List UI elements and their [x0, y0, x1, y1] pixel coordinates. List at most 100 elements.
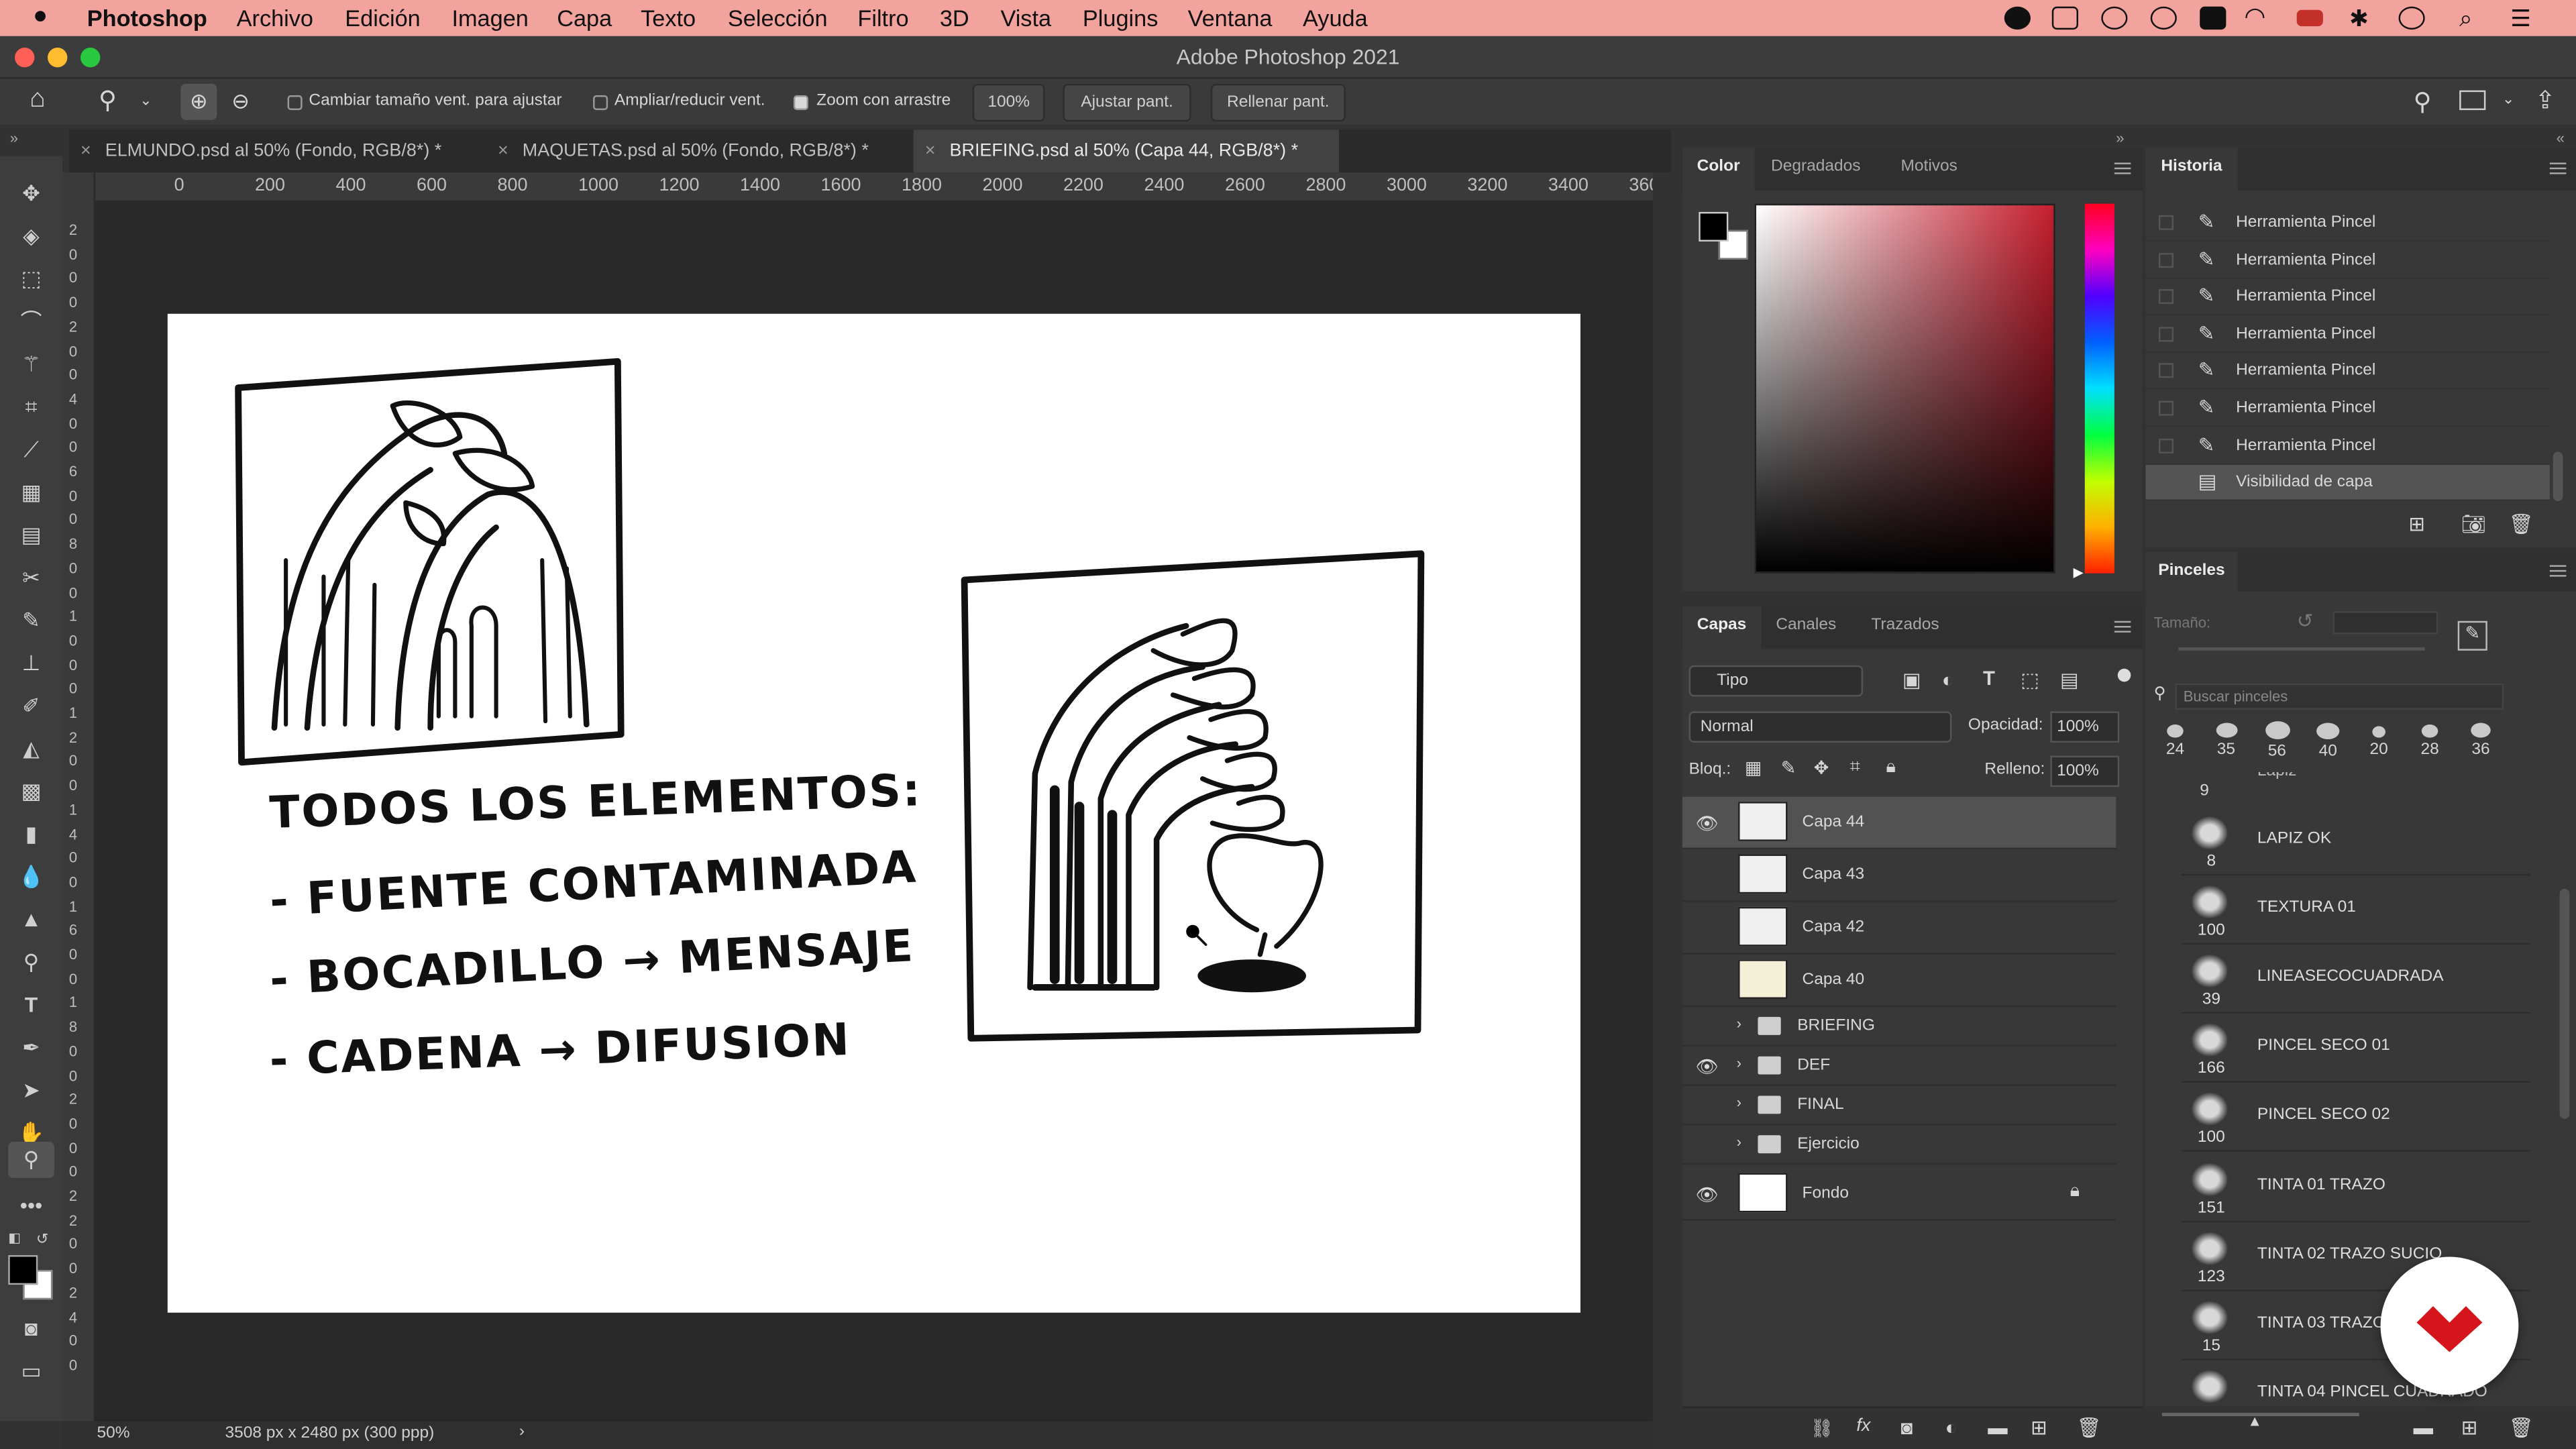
menu-texto[interactable]: Texto: [641, 5, 696, 31]
chevron-down-icon[interactable]: ⌄: [2502, 91, 2514, 109]
brush-tip-36[interactable]: 36: [2461, 718, 2501, 767]
content-aware-move-icon[interactable]: ✂: [15, 564, 48, 593]
tab-patterns[interactable]: Motivos: [1900, 148, 1957, 187]
panel-menu-icon[interactable]: [2549, 565, 2567, 577]
brush-size-slider[interactable]: [2178, 647, 2425, 651]
fit-screen-button[interactable]: Ajustar pant.: [1063, 83, 1191, 122]
zoom-value-field[interactable]: 100%: [972, 83, 1045, 122]
wifi-icon[interactable]: ◠: [2244, 1, 2265, 32]
layer-row-capa-40[interactable]: Capa 40: [1682, 955, 2116, 1008]
app-menu[interactable]: Photoshop: [87, 5, 207, 31]
zoom-window-button[interactable]: [80, 48, 101, 68]
menu-archivo[interactable]: Archivo: [237, 5, 313, 31]
brush-size-field[interactable]: [2332, 611, 2438, 635]
eye-status-icon[interactable]: [2101, 6, 2128, 30]
brush-preset[interactable]: 8 LAPIZ OK: [2182, 806, 2530, 876]
fill-screen-button[interactable]: Rellenar pant.: [1210, 83, 1346, 122]
filter-pixel-icon[interactable]: ▣: [1902, 669, 1921, 692]
opacity-field[interactable]: 100%: [2050, 711, 2120, 743]
sharpen-tool-icon[interactable]: ▲: [15, 905, 48, 934]
spotify-icon[interactable]: [2150, 6, 2177, 30]
healing-brush-tool-icon[interactable]: ▦: [15, 478, 48, 508]
brush-tool-icon[interactable]: ✎: [15, 606, 48, 636]
scrubby-zoom-checkbox[interactable]: [793, 95, 808, 111]
patch-tool-icon[interactable]: ▤: [15, 521, 48, 550]
menu-ventana[interactable]: Ventana: [1188, 5, 1273, 31]
tab-maquetas[interactable]: × MAQUETAS.psd al 50% (Fondo, RGB/8*) *: [486, 129, 914, 172]
expand-toolbar-icon[interactable]: »: [10, 129, 18, 146]
brush-row-partial[interactable]: Lapiz 9: [2182, 772, 2530, 805]
layer-group-def[interactable]: 👁︎ › DEF: [1682, 1046, 2116, 1086]
timemachine-icon[interactable]: [2398, 6, 2425, 30]
adjustment-layer-icon[interactable]: ◐: [1945, 1416, 1957, 1439]
zoom-all-windows-checkbox[interactable]: [593, 95, 608, 111]
zoom-level[interactable]: 50%: [97, 1424, 129, 1442]
path-selection-tool-icon[interactable]: ➤: [15, 1076, 48, 1106]
panel-menu-icon[interactable]: [2114, 621, 2131, 633]
panel-menu-icon[interactable]: [2549, 162, 2567, 174]
bluetooth-icon[interactable]: ✱: [2349, 5, 2369, 33]
snapshot-icon[interactable]: 📷︎: [2461, 513, 2486, 535]
brush-tip-35[interactable]: 35: [2206, 718, 2246, 767]
spotlight-search-icon[interactable]: ⌕: [2459, 5, 2472, 33]
layer-row-capa-43[interactable]: Capa 43: [1682, 849, 2116, 902]
swap-colors-icon[interactable]: ↺: [36, 1230, 48, 1248]
canvas-area[interactable]: TODOS LOS ELEMENTOS: - FUENTE CONTAMINAD…: [95, 202, 1653, 1421]
brush-preset[interactable]: 151 TINTA 01 TRAZO: [2182, 1152, 2530, 1222]
screen-share-icon[interactable]: [2051, 6, 2078, 30]
history-state[interactable]: ✎ Herramienta Pincel: [2145, 205, 2550, 242]
crop-tool-icon[interactable]: ⌗: [15, 392, 48, 422]
filter-adjustment-icon[interactable]: ◐: [1942, 669, 1954, 692]
link-layers-icon[interactable]: ⛓: [1811, 1417, 1833, 1439]
new-document-from-state-icon[interactable]: ⊞: [2408, 513, 2425, 535]
menu-ayuda[interactable]: Ayuda: [1303, 5, 1368, 31]
zoom-tool-icon[interactable]: ⚲: [8, 1142, 54, 1178]
home-icon[interactable]: ⌂: [30, 85, 46, 115]
blur-tool-icon[interactable]: 💧: [15, 863, 48, 892]
chevron-right-icon[interactable]: ›: [1737, 1015, 1741, 1031]
brush-preset[interactable]: 39 LINEASECOCUADRADA: [2182, 945, 2530, 1014]
brush-tip-24[interactable]: 24: [2155, 718, 2195, 767]
history-state[interactable]: ✎ Herramienta Pincel: [2145, 391, 2550, 427]
magic-wand-tool-icon[interactable]: ⚚: [15, 350, 48, 380]
pattern-tool-icon[interactable]: ▩: [15, 777, 48, 806]
brush-tip-40[interactable]: 40: [2308, 718, 2348, 767]
share-icon[interactable]: ⇪: [2535, 85, 2556, 115]
minimize-window-button[interactable]: [48, 48, 68, 68]
menu-filtro[interactable]: Filtro: [857, 5, 908, 31]
chevron-down-icon[interactable]: ⌄: [140, 92, 152, 110]
document-canvas[interactable]: TODOS LOS ELEMENTOS: - FUENTE CONTAMINAD…: [167, 313, 1580, 1313]
lock-all-icon[interactable]: 🔒︎: [1886, 757, 1895, 779]
pen-tool-icon[interactable]: ✒: [15, 1033, 48, 1063]
quick-mask-icon[interactable]: ◙: [15, 1314, 48, 1344]
tab-layers[interactable]: Capas: [1682, 606, 1762, 649]
new-brush-icon[interactable]: ⊞: [2461, 1416, 2478, 1439]
status-expand-icon[interactable]: ›: [519, 1423, 525, 1441]
reset-size-icon[interactable]: ↺: [2297, 610, 2314, 633]
history-brush-tool-icon[interactable]: ✐: [15, 692, 48, 721]
brush-preset[interactable]: 166 PINCEL SECO 01: [2182, 1014, 2530, 1083]
history-state[interactable]: ✎ Herramienta Pincel: [2145, 280, 2550, 316]
history-source-checkbox[interactable]: [2158, 326, 2174, 341]
chevron-right-icon[interactable]: ›: [1737, 1094, 1741, 1110]
menu-plugins[interactable]: Plugins: [1083, 5, 1158, 31]
marquee-tool-icon[interactable]: ⬚: [15, 264, 48, 294]
lock-artboard-icon[interactable]: ⌗: [1850, 757, 1860, 779]
resize-windows-checkbox[interactable]: [287, 95, 303, 111]
eraser-tool-icon[interactable]: ◭: [15, 735, 48, 764]
brush-tip-20[interactable]: 20: [2359, 718, 2399, 767]
foreground-color-swatch[interactable]: [8, 1255, 38, 1285]
color-picker-field[interactable]: [1754, 203, 2055, 574]
shield-icon[interactable]: [2200, 6, 2226, 30]
workspace-icon[interactable]: [2459, 90, 2486, 111]
layer-group-final[interactable]: › FINAL: [1682, 1086, 2116, 1126]
panel-menu-icon[interactable]: [2114, 162, 2131, 174]
collapse-panels-icon[interactable]: »: [2116, 129, 2124, 146]
delete-state-icon[interactable]: 🗑︎: [2509, 513, 2534, 535]
foreground-color-swatch[interactable]: [1699, 211, 1729, 242]
history-scrollbar[interactable]: [2553, 451, 2563, 501]
close-tab-icon[interactable]: ×: [498, 129, 508, 172]
hue-slider-handle[interactable]: ▶: [2074, 565, 2084, 580]
zoom-in-icon[interactable]: ⊕: [180, 83, 217, 120]
lock-pixels-icon[interactable]: ✎: [1781, 757, 1796, 778]
